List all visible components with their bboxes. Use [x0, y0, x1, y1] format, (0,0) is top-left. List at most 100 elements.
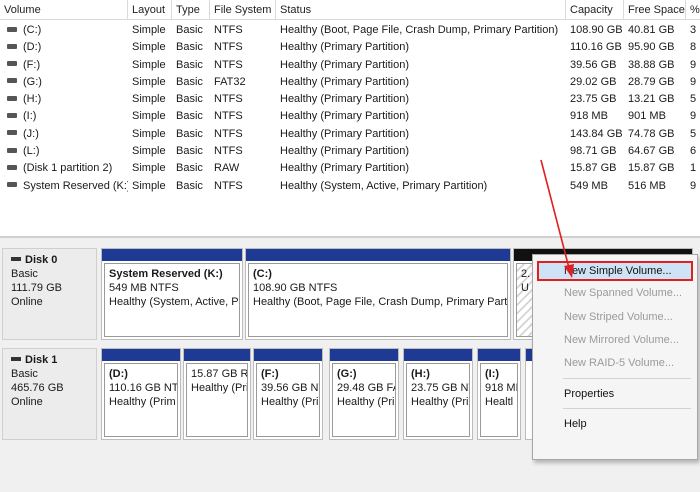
table-row[interactable]: (G:) Simple Basic FAT32 Healthy (Primary…: [0, 74, 700, 91]
menu-item-help[interactable]: Help: [537, 414, 693, 434]
column-header-capacity[interactable]: Capacity: [566, 0, 624, 20]
column-header-layout[interactable]: Layout: [128, 0, 172, 20]
volume-percent-free: 9: [690, 179, 697, 192]
volume-type: Basic: [176, 24, 203, 36]
volume-file-system: NTFS: [214, 145, 243, 158]
volume-layout: Simple: [132, 75, 166, 88]
volume-file-system: FAT32: [214, 75, 246, 88]
drive-icon: [7, 164, 17, 170]
volume-status: Healthy (Primary Partition): [280, 127, 409, 140]
menu-item-new-spanned-volume[interactable]: New Spanned Volume...: [537, 283, 693, 303]
volume-layout: Simple: [132, 93, 166, 106]
menu-item-new-striped-volume[interactable]: New Striped Volume...: [537, 307, 693, 327]
partition-size: 108.90 GB NTFS: [253, 282, 338, 294]
volume-name: (I:): [23, 110, 37, 123]
volume-status: Healthy (Primary Partition): [280, 145, 409, 158]
volume-name: (J:): [23, 127, 39, 140]
drive-icon: [7, 61, 17, 67]
partition-name: (C:): [253, 268, 272, 280]
partition-system-reserved[interactable]: System Reserved (K:) 549 MB NTFS Healthy…: [101, 248, 243, 340]
disk-0-label[interactable]: Disk 0 Basic 111.79 GB Online: [2, 248, 97, 340]
volume-free-space: 40.81 GB: [628, 24, 675, 36]
volume-status: Healthy (System, Active, Primary Partiti…: [280, 179, 488, 192]
volume-free-space: 13.21 GB: [628, 93, 675, 106]
partition-status: Healthy (Prim: [109, 396, 176, 408]
volume-layout: Simple: [132, 179, 166, 192]
column-header-percent-free[interactable]: %: [686, 0, 700, 20]
menu-item-new-mirrored-volume[interactable]: New Mirrored Volume...: [537, 330, 693, 350]
column-header-type[interactable]: Type: [172, 0, 210, 20]
volume-capacity: 108.90 GB: [570, 24, 623, 36]
volume-capacity: 110.16 GB: [570, 41, 622, 54]
volume-file-system: NTFS: [214, 41, 243, 54]
table-row[interactable]: (D:) Simple Basic NTFS Healthy (Primary …: [0, 39, 700, 56]
drive-icon: [7, 43, 17, 49]
menu-item-new-raid5-volume[interactable]: New RAID-5 Volume...: [537, 353, 693, 373]
partition-disk1-raw[interactable]: 15.87 GB R/ Healthy (Pri: [183, 348, 251, 440]
menu-separator: [563, 378, 691, 379]
volume-status: Healthy (Primary Partition): [280, 162, 409, 175]
volume-layout: Simple: [132, 162, 166, 175]
disk-state: Online: [11, 296, 43, 308]
disk-icon: [11, 357, 21, 362]
column-header-free-space[interactable]: Free Space: [624, 0, 686, 20]
partition-h[interactable]: (H:) 23.75 GB NT Healthy (Pri: [403, 348, 473, 440]
table-row[interactable]: (L:) Simple Basic NTFS Healthy (Primary …: [0, 143, 700, 160]
volume-type: Basic: [176, 179, 203, 192]
column-header-status[interactable]: Status: [276, 0, 566, 20]
menu-separator: [563, 408, 691, 409]
volume-free-space: 901 MB: [628, 110, 666, 123]
context-menu: New Simple Volume... New Spanned Volume.…: [532, 254, 698, 460]
table-row[interactable]: (H:) Simple Basic NTFS Healthy (Primary …: [0, 91, 700, 108]
table-row[interactable]: (I:) Simple Basic NTFS Healthy (Primary …: [0, 108, 700, 125]
volume-percent-free: 3: [690, 24, 697, 36]
table-row[interactable]: (J:) Simple Basic NTFS Healthy (Primary …: [0, 126, 700, 143]
partition-i[interactable]: (I:) 918 MB Healtl: [477, 348, 521, 440]
partition-d[interactable]: (D:) 110.16 GB NTI Healthy (Prim: [101, 348, 181, 440]
partition-f[interactable]: (F:) 39.56 GB NT Healthy (Pri: [253, 348, 323, 440]
volume-type: Basic: [176, 93, 203, 106]
volume-file-system: NTFS: [214, 24, 243, 36]
partition-size: 549 MB NTFS: [109, 282, 179, 294]
partition-size: 918 MB: [485, 382, 517, 394]
volume-percent-free: 9: [690, 75, 697, 88]
disk-type: Basic: [11, 268, 38, 280]
drive-icon: [7, 130, 17, 136]
partition-g[interactable]: (G:) 29.48 GB FA Healthy (Pri: [329, 348, 399, 440]
volume-capacity: 29.02 GB: [570, 75, 617, 88]
column-header-volume[interactable]: Volume: [0, 0, 128, 20]
disk-name: Disk 1: [25, 354, 58, 366]
volume-type: Basic: [176, 41, 203, 54]
volume-file-system: NTFS: [214, 127, 243, 140]
disk-size: 465.76 GB: [11, 382, 64, 394]
partition-status: Healthy (Pri: [337, 396, 395, 408]
partition-name: (I:): [485, 368, 500, 380]
volume-capacity: 143.84 GB: [570, 127, 623, 140]
disk-name: Disk 0: [25, 254, 58, 266]
column-header-file-system[interactable]: File System: [210, 0, 276, 20]
volume-type: Basic: [176, 127, 203, 140]
table-row[interactable]: System Reserved (K:) Simple Basic NTFS H…: [0, 178, 700, 195]
volume-file-system: NTFS: [214, 58, 243, 71]
menu-item-properties[interactable]: Properties: [537, 384, 693, 404]
partition-c[interactable]: (C:) 108.90 GB NTFS Healthy (Boot, Page …: [245, 248, 511, 340]
volume-status: Healthy (Primary Partition): [280, 110, 409, 123]
table-row[interactable]: (Disk 1 partition 2) Simple Basic RAW He…: [0, 160, 700, 177]
disk-state: Online: [11, 396, 43, 408]
table-row[interactable]: (F:) Simple Basic NTFS Healthy (Primary …: [0, 57, 700, 74]
menu-item-new-simple-volume[interactable]: New Simple Volume...: [537, 261, 693, 281]
volume-percent-free: 8: [690, 41, 697, 54]
table-row[interactable]: (C:) Simple Basic NTFS Healthy (Boot, Pa…: [0, 22, 700, 39]
volume-percent-free: 9: [690, 58, 697, 71]
disk-1-label[interactable]: Disk 1 Basic 465.76 GB Online: [2, 348, 97, 440]
volume-capacity: 918 MB: [570, 110, 608, 123]
volume-layout: Simple: [132, 127, 166, 140]
volume-status: Healthy (Primary Partition): [280, 41, 409, 54]
volume-name: (L:): [23, 145, 40, 158]
volume-capacity: 39.56 GB: [570, 58, 617, 71]
volume-file-system: RAW: [214, 162, 240, 175]
volume-percent-free: 6: [690, 145, 697, 158]
disk-icon: [11, 257, 21, 262]
partition-status: Healthy (Pri: [411, 396, 469, 408]
volume-layout: Simple: [132, 110, 166, 123]
